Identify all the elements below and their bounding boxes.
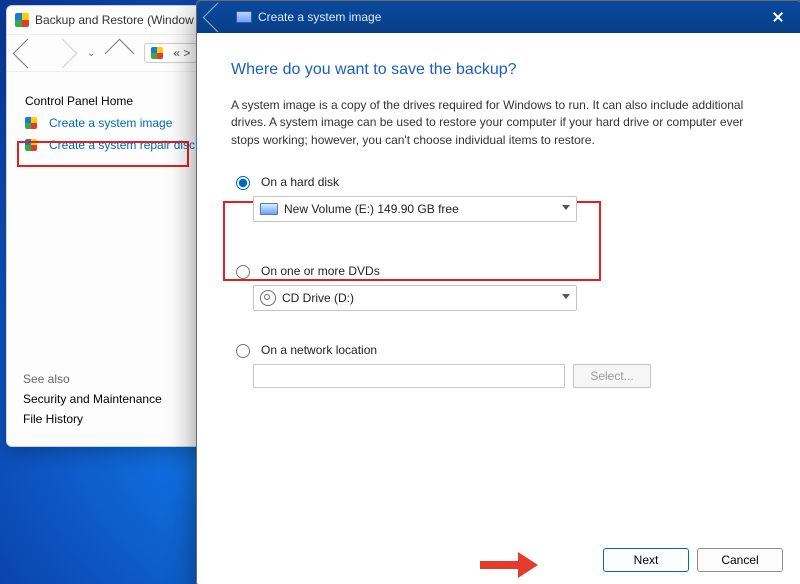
dialog-titlebar[interactable]: Create a system image [197,1,800,33]
shield-icon [151,47,163,59]
radio-network[interactable] [236,344,250,358]
radio-hard-disk[interactable] [236,176,250,190]
shield-icon [25,117,37,129]
dialog-heading: Where do you want to save the backup? [231,61,767,79]
dialog-body: Where do you want to save the backup? A … [197,33,800,584]
dialog-footer: Next Cancel [197,535,800,584]
network-path-input[interactable] [253,364,565,388]
link-file-history[interactable]: File History [23,412,162,426]
hard-disk-value: New Volume (E:) 149.90 GB free [284,202,459,216]
see-also-header: See also [23,372,162,386]
dialog-back-icon[interactable] [203,2,233,32]
nav-forward-icon[interactable] [48,38,78,68]
chevron-down-icon [562,294,570,299]
dvd-value: CD Drive (D:) [282,291,354,305]
option-hard-disk-group: On a hard disk New Volume (E:) 149.90 GB… [231,173,767,222]
close-icon [772,11,784,23]
address-chevron-icon: « > [173,46,190,60]
cd-icon [260,290,276,306]
create-system-image-dialog: Create a system image Where do you want … [196,0,800,584]
hard-disk-dropdown[interactable]: New Volume (E:) 149.90 GB free [253,196,577,222]
dvd-dropdown[interactable]: CD Drive (D:) [253,285,577,311]
link-security-maintenance[interactable]: Security and Maintenance [23,392,162,406]
close-button[interactable] [755,1,800,33]
dialog-title: Create a system image [258,10,381,24]
option-network-group: On a network location Select... [231,341,767,388]
next-button[interactable]: Next [603,548,689,572]
drive-icon [260,203,278,215]
option-hard-disk[interactable]: On a hard disk [231,173,767,190]
address-bar[interactable]: « > [144,43,197,63]
shield-icon [15,13,29,27]
see-also-section: See also Security and Maintenance File H… [23,366,162,432]
disk-icon [236,11,252,23]
nav-history-chevron-icon[interactable]: ⌄ [87,48,95,59]
chevron-down-icon [562,205,570,210]
option-network[interactable]: On a network location [231,341,767,358]
highlight-box-sidebar [17,141,189,167]
bg-window-title: Backup and Restore (Window [35,13,194,27]
nav-up-icon[interactable] [105,38,135,68]
desktop: Backup and Restore (Window ⌄ « > Control… [0,0,800,584]
cancel-button[interactable]: Cancel [697,548,783,572]
select-network-button: Select... [573,364,651,388]
dialog-description: A system image is a copy of the drives r… [231,97,761,149]
nav-back-icon[interactable] [13,38,43,68]
